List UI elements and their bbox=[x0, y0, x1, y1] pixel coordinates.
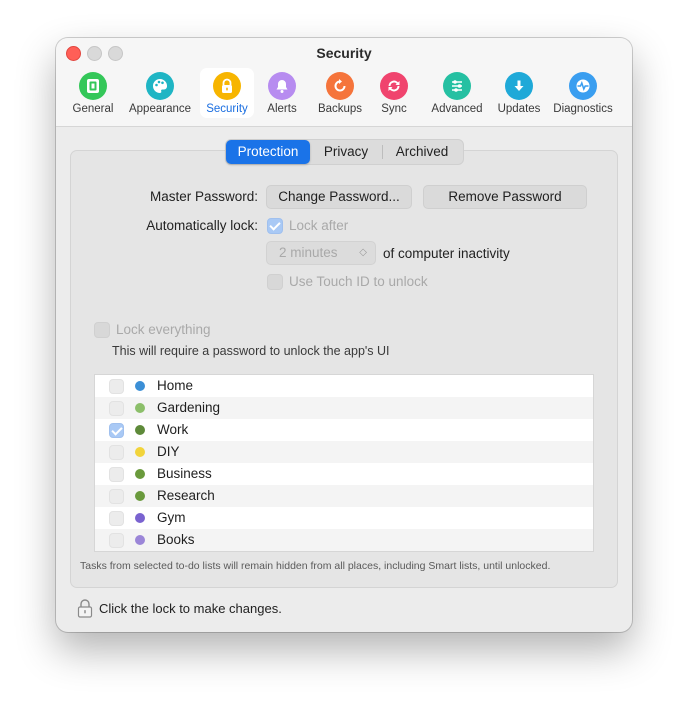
preferences-window: Security General Appearance Security Ale… bbox=[56, 38, 632, 632]
general-icon bbox=[79, 72, 107, 100]
list-item-name: Gardening bbox=[157, 400, 221, 415]
lock-interval-value: 2 minutes bbox=[279, 245, 338, 260]
list-item-checkbox[interactable] bbox=[109, 423, 124, 438]
lock-status-label: Click the lock to make changes. bbox=[99, 601, 282, 616]
touch-id-label: Use Touch ID to unlock bbox=[289, 274, 428, 289]
sliders-icon bbox=[443, 72, 471, 100]
list-item[interactable]: DIY bbox=[95, 441, 593, 463]
list-item[interactable]: Gym bbox=[95, 507, 593, 529]
list-item[interactable]: Home bbox=[95, 375, 593, 397]
lock-interval-popup[interactable]: 2 minutes ◇ bbox=[266, 241, 376, 265]
master-password-label: Master Password: bbox=[149, 189, 258, 204]
list-color-dot bbox=[135, 447, 145, 457]
padlock-icon[interactable] bbox=[76, 598, 94, 618]
tab-sync[interactable]: Sync bbox=[374, 68, 414, 118]
tab-protection[interactable]: Protection bbox=[226, 140, 310, 164]
inactivity-label: of computer inactivity bbox=[383, 246, 510, 261]
tab-general[interactable]: General bbox=[66, 68, 120, 118]
list-item-checkbox[interactable] bbox=[109, 533, 124, 548]
list-color-dot bbox=[135, 425, 145, 435]
lock-after-checkbox[interactable] bbox=[267, 218, 283, 234]
tab-advanced[interactable]: Advanced bbox=[426, 68, 488, 118]
list-item-name: Research bbox=[157, 488, 215, 503]
list-item-name: Gym bbox=[157, 510, 186, 525]
lock-everything-note: This will require a password to unlock t… bbox=[112, 344, 390, 358]
tab-diagnostics[interactable]: Diagnostics bbox=[550, 68, 616, 118]
list-color-dot bbox=[135, 381, 145, 391]
list-item[interactable]: Books bbox=[95, 529, 593, 551]
window-title: Security bbox=[316, 45, 372, 61]
lock-everything-label: Lock everything bbox=[116, 322, 211, 337]
list-item-checkbox[interactable] bbox=[109, 467, 124, 482]
list-color-dot bbox=[135, 491, 145, 501]
lock-after-label: Lock after bbox=[289, 218, 349, 233]
list-item-checkbox[interactable] bbox=[109, 489, 124, 504]
tab-alerts[interactable]: Alerts bbox=[260, 68, 304, 118]
list-item-name: DIY bbox=[157, 444, 180, 459]
tab-archived[interactable]: Archived bbox=[383, 140, 461, 164]
lock-icon bbox=[213, 72, 241, 100]
list-item[interactable]: Business bbox=[95, 463, 593, 485]
palette-icon bbox=[146, 72, 174, 100]
diagnostics-icon bbox=[569, 72, 597, 100]
list-color-dot bbox=[135, 403, 145, 413]
list-color-dot bbox=[135, 535, 145, 545]
list-color-dot bbox=[135, 513, 145, 523]
list-item[interactable]: Gardening bbox=[95, 397, 593, 419]
lock-everything-checkbox[interactable] bbox=[94, 322, 110, 338]
list-item-name: Business bbox=[157, 466, 212, 481]
auto-lock-label: Automatically lock: bbox=[146, 218, 258, 233]
list-item[interactable]: Research bbox=[95, 485, 593, 507]
bell-icon bbox=[268, 72, 296, 100]
tab-appearance[interactable]: Appearance bbox=[124, 68, 196, 118]
list-item-name: Home bbox=[157, 378, 194, 393]
chevron-updown-icon: ◇ bbox=[359, 247, 367, 258]
tab-security[interactable]: Security bbox=[200, 68, 254, 118]
list-item-checkbox[interactable] bbox=[109, 445, 124, 460]
download-icon bbox=[505, 72, 533, 100]
tab-updates[interactable]: Updates bbox=[494, 68, 544, 118]
touch-id-checkbox[interactable] bbox=[267, 274, 283, 290]
list-item[interactable]: Work bbox=[95, 419, 593, 441]
list-color-dot bbox=[135, 469, 145, 479]
list-item-checkbox[interactable] bbox=[109, 511, 124, 526]
backup-icon bbox=[326, 72, 354, 100]
list-item-name: Books bbox=[157, 532, 195, 547]
list-item-checkbox[interactable] bbox=[109, 379, 124, 394]
lists-footnote: Tasks from selected to-do lists will rem… bbox=[80, 560, 551, 572]
list-item-name: Work bbox=[157, 422, 189, 437]
change-password-button[interactable]: Change Password... bbox=[266, 185, 412, 209]
tab-privacy[interactable]: Privacy bbox=[310, 140, 382, 164]
tab-switcher: Protection Privacy Archived bbox=[225, 139, 464, 165]
sync-icon bbox=[380, 72, 408, 100]
titlebar: Security General Appearance Security Ale… bbox=[56, 38, 632, 127]
list-item-checkbox[interactable] bbox=[109, 401, 124, 416]
todo-lists-table: Home Gardening Work DIY Business Researc… bbox=[94, 374, 594, 552]
remove-password-button[interactable]: Remove Password bbox=[423, 185, 587, 209]
tab-backups[interactable]: Backups bbox=[312, 68, 368, 118]
